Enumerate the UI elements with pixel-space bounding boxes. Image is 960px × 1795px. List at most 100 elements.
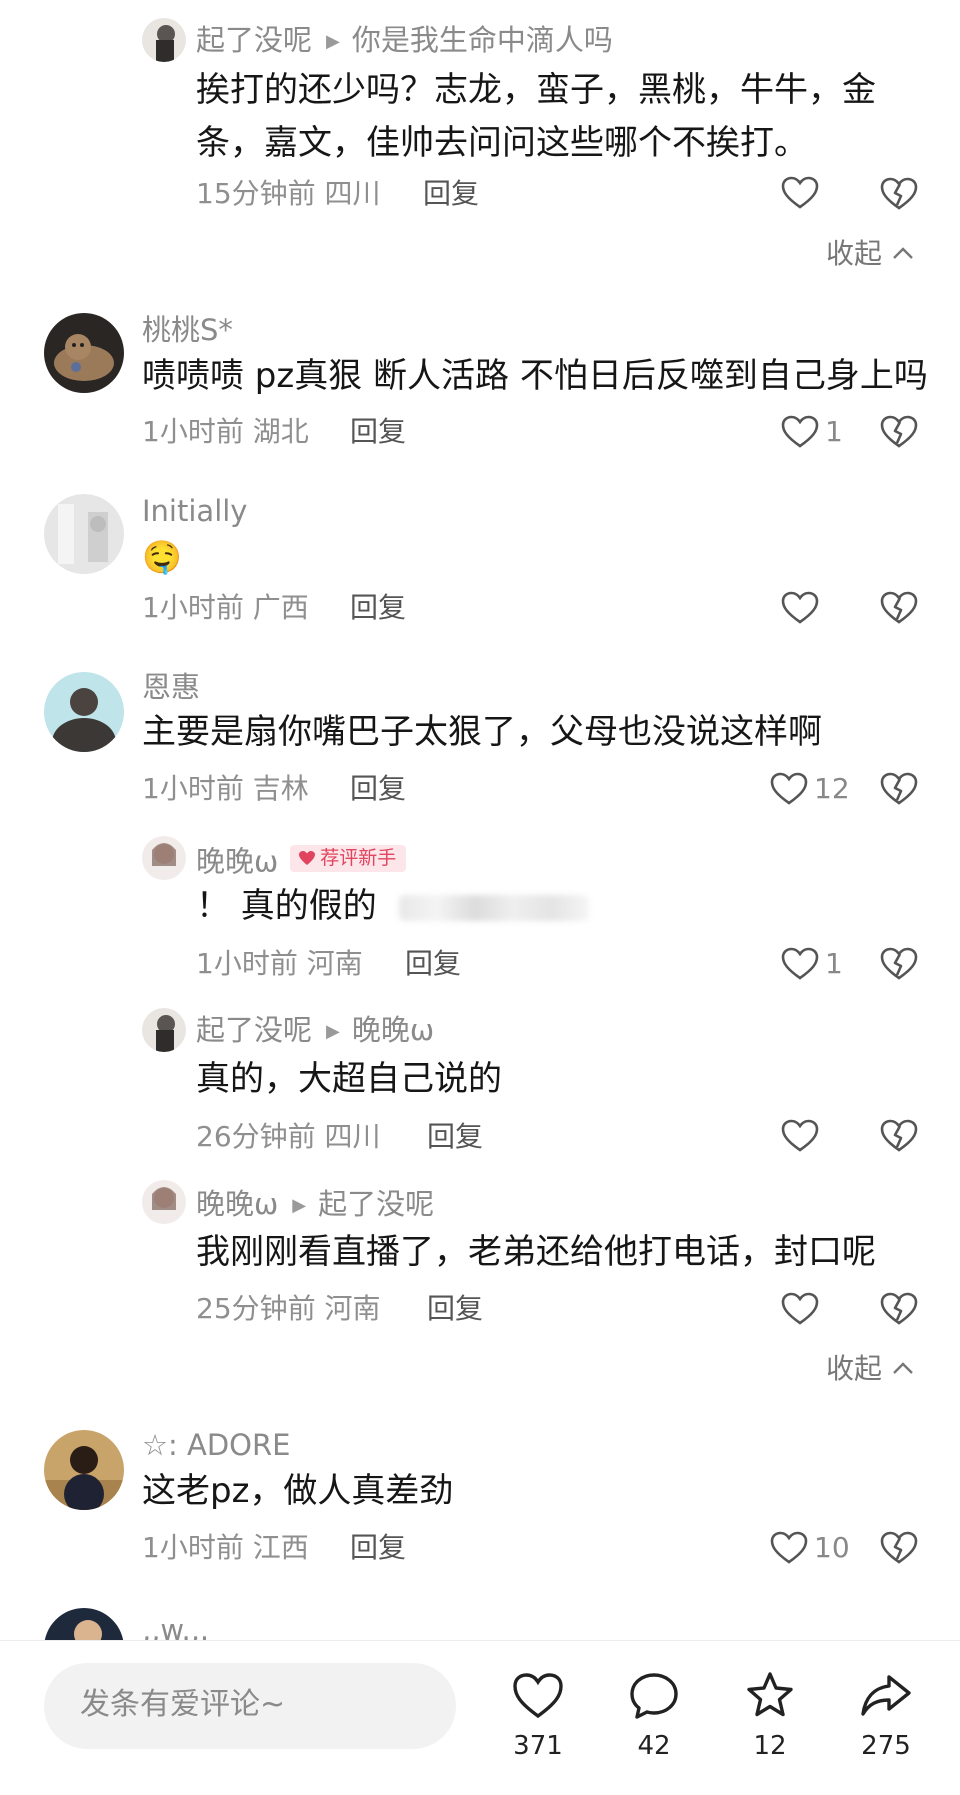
chevron-up-icon bbox=[893, 1362, 913, 1374]
share-arrow-icon bbox=[861, 1675, 911, 1716]
comment-text: 啧啧啧 pz真狠 断人活路 不怕日后反噬到自己身上吗 bbox=[142, 356, 928, 396]
dislike-button[interactable] bbox=[880, 1118, 918, 1154]
heart-icon bbox=[513, 1673, 563, 1719]
favorite-action-button[interactable]: 12 bbox=[725, 1669, 815, 1759]
comment-meta: 1小时前 江西 bbox=[142, 1531, 309, 1564]
dislike-button[interactable] bbox=[880, 1291, 918, 1327]
like-button[interactable]: 12 bbox=[770, 772, 850, 806]
heart-icon bbox=[770, 1531, 808, 1564]
reply-button[interactable]: 回复 bbox=[350, 1534, 406, 1562]
broken-heart-icon bbox=[880, 415, 918, 448]
broken-heart-icon bbox=[880, 1531, 918, 1564]
like-count: 371 bbox=[513, 1731, 563, 1761]
comment-meta: 1小时前 河南 bbox=[196, 947, 363, 980]
like-count: 1 bbox=[825, 947, 843, 980]
comment-text: 真的，大超自己说的 bbox=[196, 1059, 502, 1099]
reply-button[interactable]: 回复 bbox=[350, 775, 406, 803]
heart-icon bbox=[781, 1119, 819, 1152]
avatar[interactable] bbox=[142, 836, 186, 880]
dislike-button[interactable] bbox=[880, 946, 918, 982]
share-action-button[interactable]: 275 bbox=[841, 1669, 931, 1759]
comment-meta: 25分钟前 河南 bbox=[196, 1292, 381, 1325]
heart-icon bbox=[781, 176, 819, 209]
avatar[interactable] bbox=[142, 1180, 186, 1224]
reply-button[interactable]: 回复 bbox=[350, 418, 406, 446]
username[interactable]: 起了没呢 ▶ 晚晚ω bbox=[196, 1016, 434, 1045]
comment-count: 42 bbox=[637, 1731, 671, 1761]
username[interactable]: ☆: ADORE bbox=[142, 1431, 290, 1460]
heart-icon bbox=[770, 772, 808, 805]
avatar[interactable] bbox=[44, 1430, 124, 1510]
comment-meta: 15分钟前 四川 bbox=[196, 177, 381, 210]
bottom-action-bar: 发条有爱评论~ 371 42 12 275 bbox=[0, 1640, 960, 1795]
avatar[interactable] bbox=[44, 313, 124, 393]
comment-action-button[interactable]: 42 bbox=[609, 1669, 699, 1759]
collapse-replies-button[interactable]: 收起 bbox=[826, 1355, 914, 1383]
comment-input-placeholder: 发条有爱评论~ bbox=[80, 1687, 286, 1722]
avatar[interactable] bbox=[44, 494, 124, 574]
username[interactable]: 恩惠 bbox=[142, 673, 200, 702]
like-button[interactable]: 10 bbox=[770, 1531, 850, 1565]
heart-badge-icon bbox=[299, 851, 316, 866]
comment-text: ！ 真的假的 bbox=[196, 880, 589, 933]
collapse-replies-button[interactable]: 收起 bbox=[826, 240, 914, 268]
broken-heart-icon bbox=[880, 1119, 918, 1152]
comment-input[interactable]: 发条有爱评论~ bbox=[44, 1663, 456, 1749]
favorite-count: 12 bbox=[753, 1731, 787, 1761]
heart-icon bbox=[781, 591, 819, 624]
heart-icon bbox=[781, 1292, 819, 1325]
like-button[interactable]: 1 bbox=[781, 947, 843, 981]
comment-text: 挨打的还少吗？志龙，蛮子，黑桃，牛牛，金 条，嘉文，佳帅去问问这些哪个不挨打。 bbox=[196, 70, 876, 163]
star-icon bbox=[747, 1672, 793, 1717]
like-button[interactable] bbox=[781, 176, 819, 210]
like-count: 12 bbox=[814, 772, 850, 805]
heart-icon bbox=[781, 947, 819, 980]
like-count: 1 bbox=[825, 415, 843, 448]
like-button[interactable]: 1 bbox=[781, 415, 843, 449]
chevron-up-icon bbox=[893, 247, 913, 259]
username[interactable]: Initially bbox=[142, 497, 247, 526]
like-count: 10 bbox=[814, 1531, 850, 1564]
like-button[interactable] bbox=[781, 591, 819, 625]
avatar[interactable] bbox=[142, 18, 186, 62]
username[interactable]: 桃桃S* bbox=[142, 316, 233, 345]
comment-meta: 26分钟前 四川 bbox=[196, 1120, 381, 1153]
dislike-button[interactable] bbox=[880, 590, 918, 626]
broken-heart-icon bbox=[880, 177, 918, 210]
like-action-button[interactable]: 371 bbox=[493, 1669, 583, 1759]
reply-button[interactable]: 回复 bbox=[427, 1123, 483, 1151]
avatar[interactable] bbox=[44, 672, 124, 752]
dislike-button[interactable] bbox=[880, 771, 918, 807]
reply-arrow-icon: ▶ bbox=[326, 1021, 340, 1042]
broken-heart-icon bbox=[880, 1292, 918, 1325]
dislike-button[interactable] bbox=[880, 1530, 918, 1566]
comment-bubble-icon bbox=[630, 1673, 678, 1719]
recommend-badge: 荐评新手 bbox=[290, 845, 407, 872]
blurred-content bbox=[398, 894, 589, 921]
broken-heart-icon bbox=[880, 591, 918, 624]
heart-icon bbox=[781, 415, 819, 448]
reply-button[interactable]: 回复 bbox=[405, 950, 461, 978]
dislike-button[interactable] bbox=[880, 414, 918, 450]
dislike-button[interactable] bbox=[880, 176, 918, 212]
comment-meta: 1小时前 吉林 bbox=[142, 772, 309, 805]
username[interactable]: 晚晚ω ▶ 起了没呢 bbox=[196, 1190, 434, 1219]
reply-button[interactable]: 回复 bbox=[350, 594, 406, 622]
like-button[interactable] bbox=[781, 1292, 819, 1326]
username[interactable]: 晚晚ω 荐评新手 bbox=[196, 845, 407, 876]
like-button[interactable] bbox=[781, 1119, 819, 1153]
comment-text: 主要是扇你嘴巴子太狠了，父母也没说这样啊 bbox=[142, 712, 822, 752]
avatar[interactable] bbox=[142, 1008, 186, 1052]
comment-meta: 1小时前 广西 bbox=[142, 591, 309, 624]
comment-text: 这老pz，做人真差劲 bbox=[142, 1471, 454, 1511]
reply-arrow-icon: ▶ bbox=[326, 31, 340, 52]
reply-button[interactable]: 回复 bbox=[427, 1295, 483, 1323]
broken-heart-icon bbox=[880, 772, 918, 805]
username[interactable]: 起了没呢 ▶ 你是我生命中滴人吗 bbox=[196, 26, 613, 55]
broken-heart-icon bbox=[880, 947, 918, 980]
comment-meta: 1小时前 湖北 bbox=[142, 415, 309, 448]
reply-button[interactable]: 回复 bbox=[423, 180, 479, 208]
share-count: 275 bbox=[861, 1731, 911, 1761]
reply-arrow-icon: ▶ bbox=[292, 1195, 307, 1216]
comment-text: 我刚刚看直播了，老弟还给他打电话，封口呢 bbox=[196, 1232, 876, 1272]
